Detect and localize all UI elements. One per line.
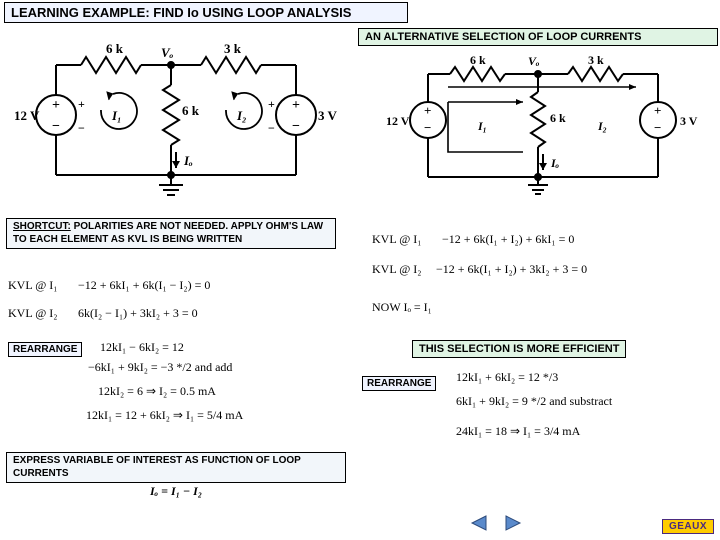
alt-title-box: AN ALTERNATIVE SELECTION OF LOOP CURRENT… — [358, 28, 718, 46]
svg-text:−: − — [424, 120, 431, 135]
svg-text:−: − — [78, 121, 85, 135]
svg-text:−: − — [268, 121, 275, 135]
svg-text:−: − — [654, 120, 661, 135]
eq-io-left: Iₒ = I₁ − I₂ — [150, 484, 202, 499]
express-note: EXPRESS VARIABLE OF INTEREST AS FUNCTION… — [6, 452, 346, 483]
i2-label: I₂ — [236, 108, 247, 123]
now-right: NOW Iₒ = I₁ — [372, 300, 432, 315]
eq-r3-right: 24kI₁ = 18 ⇒ I₁ = 3/4 mA — [456, 424, 580, 439]
kvl1-left-label: KVL @ I₁ — [8, 278, 57, 293]
kvl2-right: −12 + 6k(I₁ + I₂) + 3kI₂ + 3 = 0 — [436, 262, 587, 277]
prev-button[interactable] — [468, 514, 490, 532]
circuit-left: 6 k 3 k 6 k Vₒ 12 V 3 V I₁ I₂ Iₒ + − + −… — [6, 40, 346, 210]
svg-text:+: + — [292, 98, 300, 113]
shortcut-underline: SHORTCUT: — [13, 221, 71, 232]
io-label: Iₒ — [183, 153, 193, 168]
kvl1-right-label: KVL @ I₁ — [372, 232, 421, 247]
circuit-right: 6 k 3 k 6 k Vₒ 12 V 3 V I₁ I₂ Iₒ + − + − — [378, 52, 708, 212]
svg-text:I₂: I₂ — [597, 119, 607, 133]
svg-text:Vₒ: Vₒ — [528, 54, 540, 68]
vo-label: Vₒ — [161, 45, 174, 60]
eq-r3-left: 12kI₂ = 6 ⇒ I₂ = 0.5 mA — [98, 384, 216, 399]
svg-text:I₁: I₁ — [477, 119, 487, 133]
svg-text:3 k: 3 k — [588, 53, 604, 67]
vs-12v: 12 V — [14, 108, 40, 123]
title-text: LEARNING EXAMPLE: FIND Io USING LOOP ANA… — [11, 5, 351, 20]
svg-text:6 k: 6 k — [470, 53, 486, 67]
shortcut-note: SHORTCUT: POLARITIES ARE NOT NEEDED. APP… — [6, 218, 336, 249]
svg-text:6 k: 6 k — [550, 111, 566, 125]
alt-title-text: AN ALTERNATIVE SELECTION OF LOOP CURRENT… — [365, 31, 641, 43]
eq-r2-left: −6kI₁ + 9kI₂ = −3 */2 and add — [88, 360, 232, 375]
rearrange-left: REARRANGE — [8, 342, 82, 357]
res-6k-left: 6 k — [106, 41, 124, 56]
efficient-box: THIS SELECTION IS MORE EFFICIENT — [412, 340, 626, 358]
i1-label: I₁ — [111, 108, 122, 123]
svg-text:−: − — [292, 119, 300, 134]
svg-text:12 V: 12 V — [386, 114, 410, 128]
eq-r1-left: 12kI₁ − 6kI₂ = 12 — [100, 340, 184, 355]
kvl2-left-label: KVL @ I₂ — [8, 306, 57, 321]
vs-3v: 3 V — [318, 108, 338, 123]
svg-text:+: + — [654, 103, 661, 118]
footer-brand: GEAUX — [662, 519, 714, 534]
svg-text:−: − — [52, 119, 60, 134]
svg-text:+: + — [268, 97, 275, 111]
eq-r2-right: 6kI₁ + 9kI₂ = 9 */2 and substract — [456, 394, 612, 409]
svg-text:+: + — [78, 97, 85, 111]
next-button[interactable] — [502, 514, 524, 532]
res-3k: 3 k — [224, 41, 242, 56]
kvl2-right-label: KVL @ I₂ — [372, 262, 421, 277]
svg-text:Iₒ: Iₒ — [550, 156, 560, 170]
kvl1-right: −12 + 6k(I₁ + I₂) + 6kI₁ = 0 — [442, 232, 574, 247]
rearrange-right: REARRANGE — [362, 376, 436, 391]
title-box: LEARNING EXAMPLE: FIND Io USING LOOP ANA… — [4, 2, 408, 23]
svg-text:3 V: 3 V — [680, 114, 698, 128]
eq-r1-right: 12kI₁ + 6kI₂ = 12 */3 — [456, 370, 558, 385]
res-6k-mid: 6 k — [182, 103, 200, 118]
eq-r4-left: 12kI₁ = 12 + 6kI₂ ⇒ I₁ = 5/4 mA — [86, 408, 243, 423]
kvl1-left: −12 + 6kI₁ + 6k(I₁ − I₂) = 0 — [78, 278, 210, 293]
svg-text:+: + — [52, 98, 60, 113]
svg-text:+: + — [424, 103, 431, 118]
kvl2-left: 6k(I₂ − I₁) + 3kI₂ + 3 = 0 — [78, 306, 198, 321]
